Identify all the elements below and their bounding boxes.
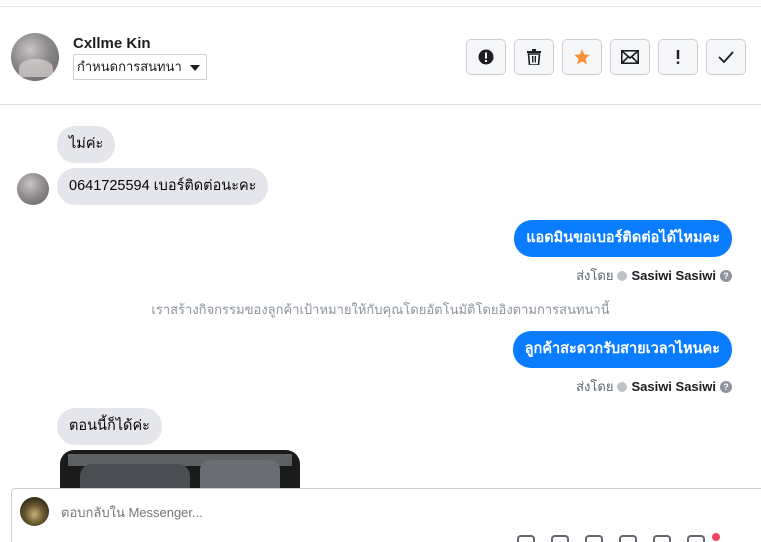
reply-input[interactable] (61, 505, 661, 520)
action-toolbar (466, 39, 746, 75)
outgoing-message[interactable]: ลูกค้าสะดวกรับสายเวลาไหนคะ (512, 331, 732, 368)
message-thread[interactable]: ไม่ค่ะ 0641725594 เบอร์ติดต่อนะคะ แอดมิน… (0, 106, 761, 488)
sender-name[interactable]: Sasiwi Sasiwi (631, 379, 716, 394)
image-content (200, 460, 280, 488)
notification-dot-icon (712, 533, 720, 541)
image-attachment[interactable] (60, 450, 300, 488)
saved-reply-icon[interactable] (585, 535, 603, 542)
star-icon (574, 49, 590, 65)
check-icon (718, 51, 734, 63)
conversation-status-dropdown[interactable]: กำหนดการสนทนา (73, 54, 207, 80)
sent-by-info: ส่งโดย Sasiwi Sasiwi ? (576, 265, 732, 286)
page-avatar (20, 497, 49, 526)
sender-name[interactable]: Sasiwi Sasiwi (631, 268, 716, 283)
contact-name[interactable]: Cxllme Kin (73, 35, 151, 52)
contact-avatar[interactable] (11, 33, 59, 81)
image-content (80, 464, 190, 488)
sender-dot-icon (617, 270, 628, 281)
star-button[interactable] (562, 39, 602, 75)
incoming-message[interactable]: 0641725594 เบอร์ติดต่อนะคะ (57, 168, 269, 205)
incoming-message[interactable]: ตอนนี้ก็ได้ค่ะ (57, 408, 162, 445)
trash-icon (527, 49, 541, 65)
tag-icon[interactable] (687, 535, 705, 542)
emoji-icon[interactable] (551, 535, 569, 542)
outgoing-message[interactable]: แอดมินขอเบอร์ติดต่อได้ไหมคะ (514, 220, 732, 257)
sent-by-info: ส่งโดย Sasiwi Sasiwi ? (576, 376, 732, 397)
mark-spam-button[interactable] (466, 39, 506, 75)
conversation-header: Cxllme Kin กำหนดการสนทนา (0, 7, 761, 105)
help-icon[interactable]: ? (720, 269, 732, 282)
exclamation-icon (676, 50, 680, 64)
composer-tools (517, 535, 705, 542)
caret-down-icon (189, 65, 200, 71)
reply-composer (11, 488, 761, 542)
incoming-message[interactable]: ไม่ค่ะ (57, 126, 116, 163)
attachment-icon[interactable] (517, 535, 535, 542)
system-note: เราสร้างกิจกรรมของลูกค้าเป้าหมายให้กับคุ… (151, 302, 610, 317)
mark-done-button[interactable] (706, 39, 746, 75)
mark-unread-button[interactable] (610, 39, 650, 75)
gif-icon[interactable] (619, 535, 637, 542)
conversation-status-label: กำหนดการสนทนา (77, 59, 182, 74)
follow-up-button[interactable] (658, 39, 698, 75)
sent-by-label: ส่งโดย (576, 379, 614, 394)
contact-avatar-small[interactable] (17, 173, 49, 205)
envelope-icon (621, 50, 639, 64)
help-icon[interactable]: ? (720, 380, 732, 393)
sender-dot-icon (617, 381, 628, 392)
photo-icon[interactable] (653, 535, 671, 542)
alert-circle-icon (478, 49, 494, 65)
sent-by-label: ส่งโดย (576, 268, 614, 283)
delete-button[interactable] (514, 39, 554, 75)
